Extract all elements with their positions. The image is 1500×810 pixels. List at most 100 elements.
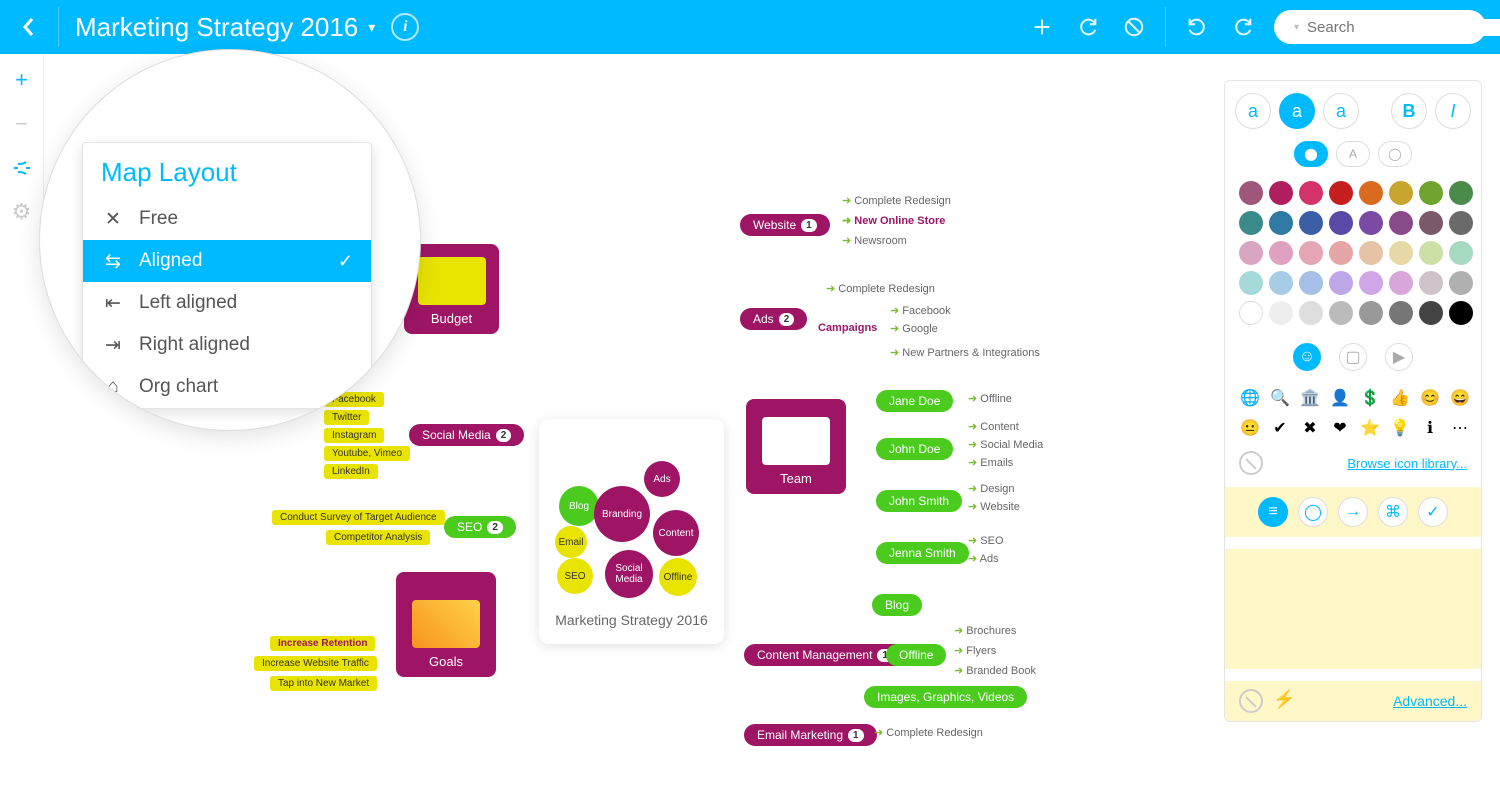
comment-button[interactable]: ◯ bbox=[1298, 497, 1328, 527]
redo2-button[interactable] bbox=[1228, 12, 1258, 42]
leaf[interactable]: Social Media bbox=[968, 438, 1043, 451]
redo-button[interactable] bbox=[1073, 12, 1103, 42]
search-input[interactable] bbox=[1307, 19, 1500, 36]
leaf[interactable]: Increase Website Traffic bbox=[254, 656, 377, 671]
color-swatch[interactable] bbox=[1419, 241, 1443, 265]
color-swatch[interactable] bbox=[1299, 271, 1323, 295]
node-website[interactable]: Website1 bbox=[740, 214, 830, 236]
link-button[interactable]: ⌘ bbox=[1378, 497, 1408, 527]
color-swatch[interactable] bbox=[1359, 241, 1383, 265]
node-offline[interactable]: Offline bbox=[886, 644, 946, 666]
icon-picker-item[interactable]: 🌐 bbox=[1239, 387, 1261, 409]
info-button[interactable]: i bbox=[391, 13, 419, 41]
fill-mode-button[interactable]: ⬤ bbox=[1294, 141, 1328, 167]
color-swatch[interactable] bbox=[1239, 211, 1263, 235]
notes-area[interactable] bbox=[1225, 549, 1481, 669]
icon-picker-item[interactable]: 😄 bbox=[1449, 387, 1471, 409]
leaf[interactable]: Competitor Analysis bbox=[326, 530, 430, 545]
color-swatch[interactable] bbox=[1449, 301, 1473, 325]
color-swatch[interactable] bbox=[1269, 181, 1293, 205]
clear-style-button[interactable] bbox=[1239, 689, 1263, 713]
color-swatch[interactable] bbox=[1239, 271, 1263, 295]
undo-button[interactable] bbox=[1182, 12, 1212, 42]
team-member[interactable]: Jane Doe bbox=[876, 390, 953, 412]
leaf[interactable]: Newsroom bbox=[842, 234, 907, 247]
node-social-media[interactable]: Social Media2 bbox=[409, 424, 524, 446]
document-title[interactable]: Marketing Strategy 2016 ▾ bbox=[75, 12, 375, 43]
icon-picker-item[interactable]: 🔍 bbox=[1269, 387, 1291, 409]
italic-button[interactable]: I bbox=[1435, 93, 1471, 129]
team-member[interactable]: Jenna Smith bbox=[876, 542, 969, 564]
color-swatch[interactable] bbox=[1269, 271, 1293, 295]
leaf[interactable]: Website bbox=[968, 500, 1020, 513]
browse-icons-link[interactable]: Browse icon library... bbox=[1347, 456, 1467, 471]
add-button[interactable] bbox=[1027, 12, 1057, 42]
color-swatch[interactable] bbox=[1239, 181, 1263, 205]
leaf[interactable]: SEO bbox=[968, 534, 1004, 547]
block-button[interactable] bbox=[1119, 12, 1149, 42]
icon-picker-item[interactable]: 💲 bbox=[1359, 387, 1381, 409]
color-swatch[interactable] bbox=[1389, 241, 1413, 265]
leaf[interactable]: Increase Retention bbox=[270, 636, 375, 651]
color-swatch[interactable] bbox=[1419, 181, 1443, 205]
color-swatch[interactable] bbox=[1389, 181, 1413, 205]
icon-picker-item[interactable]: 😊 bbox=[1419, 387, 1441, 409]
image-button[interactable]: ▢ bbox=[1339, 343, 1367, 371]
settings-button[interactable]: ⚙ bbox=[6, 196, 38, 228]
node-goals[interactable]: Goals bbox=[396, 572, 496, 677]
layout-option-left[interactable]: ⇤ Left aligned bbox=[83, 282, 371, 324]
color-swatch[interactable] bbox=[1449, 211, 1473, 235]
node-team[interactable]: Team bbox=[746, 399, 846, 494]
node-content-mgmt[interactable]: Content Management1 bbox=[744, 644, 906, 666]
magic-wand-icon[interactable]: ⚡ bbox=[1273, 689, 1295, 713]
team-member[interactable]: John Doe bbox=[876, 438, 953, 460]
color-swatch[interactable] bbox=[1359, 181, 1383, 205]
leaf[interactable]: New Partners & Integrations bbox=[890, 346, 1040, 359]
leaf[interactable]: Complete Redesign bbox=[826, 282, 935, 295]
leaf[interactable]: Content bbox=[968, 420, 1019, 433]
node-ads[interactable]: Ads2 bbox=[740, 308, 807, 330]
color-swatch[interactable] bbox=[1299, 241, 1323, 265]
icon-picker-item[interactable]: ℹ bbox=[1419, 417, 1441, 439]
color-swatch[interactable] bbox=[1299, 211, 1323, 235]
layout-button[interactable] bbox=[6, 152, 38, 184]
color-swatch[interactable] bbox=[1329, 181, 1353, 205]
video-button[interactable]: ▶ bbox=[1385, 343, 1413, 371]
leaf[interactable]: Flyers bbox=[954, 644, 996, 657]
notes-button[interactable]: ≡ bbox=[1258, 497, 1288, 527]
color-swatch[interactable] bbox=[1239, 301, 1263, 325]
color-swatch[interactable] bbox=[1419, 271, 1443, 295]
search-box[interactable]: ▾ bbox=[1274, 10, 1486, 44]
color-swatch[interactable] bbox=[1449, 181, 1473, 205]
color-swatch[interactable] bbox=[1389, 211, 1413, 235]
leaf[interactable]: Facebook bbox=[890, 304, 951, 317]
color-swatch[interactable] bbox=[1449, 271, 1473, 295]
font-small-button[interactable]: a bbox=[1235, 93, 1271, 129]
leaf[interactable]: Emails bbox=[968, 456, 1013, 469]
color-swatch[interactable] bbox=[1239, 241, 1263, 265]
node-email-marketing[interactable]: Email Marketing1 bbox=[744, 724, 877, 746]
leaf[interactable]: Google bbox=[890, 322, 938, 335]
color-swatch[interactable] bbox=[1389, 301, 1413, 325]
icon-picker-item[interactable]: ⭐ bbox=[1359, 417, 1381, 439]
arrow-button[interactable]: → bbox=[1338, 497, 1368, 527]
leaf[interactable]: LinkedIn bbox=[324, 464, 378, 479]
leaf[interactable]: Instagram bbox=[324, 428, 384, 443]
layout-option-aligned[interactable]: ⇆ Aligned ✓ bbox=[83, 240, 371, 282]
node-blog[interactable]: Blog bbox=[872, 594, 922, 616]
node-seo[interactable]: SEO2 bbox=[444, 516, 516, 538]
layout-option-org[interactable]: ⌂ Org chart bbox=[83, 366, 371, 408]
text-mode-button[interactable]: A bbox=[1336, 141, 1370, 167]
leaf[interactable]: Complete Redesign bbox=[874, 726, 983, 739]
color-swatch[interactable] bbox=[1449, 241, 1473, 265]
task-button[interactable]: ✓ bbox=[1418, 497, 1448, 527]
font-large-button[interactable]: a bbox=[1323, 93, 1359, 129]
bold-button[interactable]: B bbox=[1391, 93, 1427, 129]
leaf[interactable]: Complete Redesign bbox=[842, 194, 951, 207]
leaf[interactable]: Branded Book bbox=[954, 664, 1036, 677]
zoom-in-button[interactable]: + bbox=[6, 64, 38, 96]
leaf[interactable]: Brochures bbox=[954, 624, 1016, 637]
node-campaigns[interactable]: Campaigns bbox=[818, 322, 877, 334]
icon-picker-item[interactable]: 💡 bbox=[1389, 417, 1411, 439]
color-swatch[interactable] bbox=[1359, 271, 1383, 295]
